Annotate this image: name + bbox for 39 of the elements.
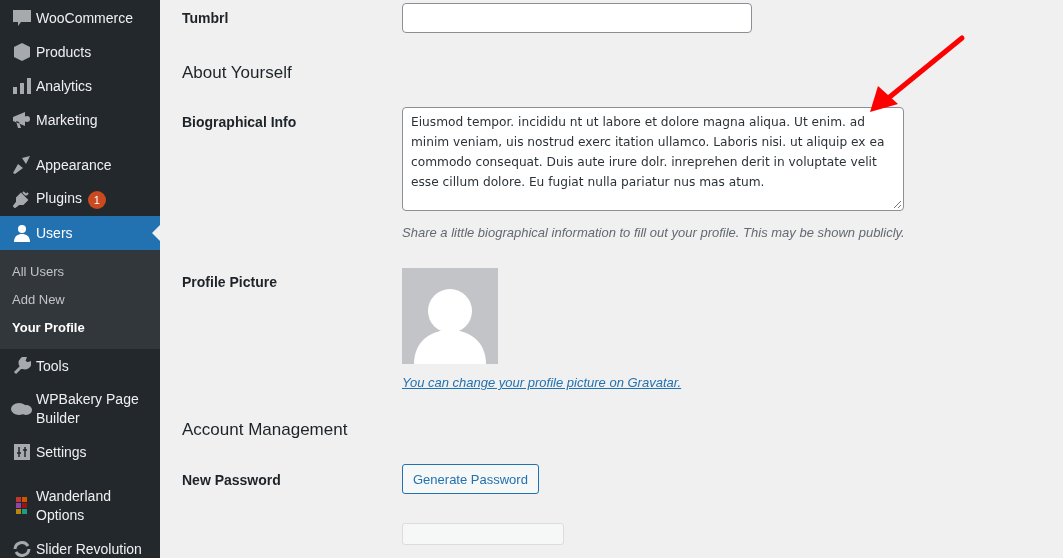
sliders-icon [14,444,30,460]
menu-item[interactable]: Users [0,216,160,250]
menu-item[interactable]: Wanderland Options [0,480,160,532]
grid-icon [16,497,28,515]
gravatar-link[interactable]: You can change your profile picture on Gravatar. [402,375,682,390]
menu-item[interactable]: Marketing [0,103,160,137]
menu-item[interactable]: WPBakery Page Builder [0,383,160,435]
menu-item[interactable]: Slider Revolution [0,532,160,558]
menu-item[interactable]: Tools [0,349,160,383]
section-heading: About Yourself [182,63,293,83]
update-count-badge: 1 [87,190,106,209]
section-heading: Account Management [182,420,349,440]
menu-item[interactable]: Appearance [0,148,160,182]
bar-chart-icon [13,78,31,94]
field-description: Share a little biographical information to fill out your profile. This may be shown publicly. [402,225,905,240]
cloud-icon [11,401,33,417]
resize-handle-icon[interactable] [893,200,901,208]
field-label: New Password [182,472,281,488]
menu-item[interactable]: WooCommerce [0,1,160,35]
user-icon [13,224,31,242]
textarea-field[interactable]: Eiusmod tempor. incididu nt ut labore et dolore magna aliqua. Ut enim. ad minim veniam, uis nostrud exerc itation ullamco. Laboris nisi. ut aliquip ex ea commodo consequat. Duis aute irure dolr. inreprehen derit in voluptate velit esse cillum dolore. Eu fugiat nulla pariatur nus mas atum. [402,107,904,211]
input-field[interactable] [402,3,752,33]
field-label: Profile Picture [182,274,277,290]
menu-item[interactable]: Plugins 1 [0,182,160,216]
generate-password-button[interactable]: Generate Password [402,464,539,494]
submenu-item[interactable]: Add New [0,286,160,314]
field-label: Biographical Info [182,114,297,130]
brush-icon [12,156,32,174]
wrench-icon [13,357,31,375]
field-label: Tumbrl [182,10,229,26]
submenu-item[interactable]: All Users [0,258,160,286]
megaphone-icon [12,111,32,129]
plug-icon [13,190,31,208]
menu-item[interactable]: Settings [0,435,160,469]
refresh-icon [12,540,32,558]
menu-item[interactable]: Products [0,35,160,69]
menu-item[interactable]: Analytics [0,69,160,103]
submenu-item[interactable]: Your Profile [0,314,160,342]
box-icon [13,42,31,62]
